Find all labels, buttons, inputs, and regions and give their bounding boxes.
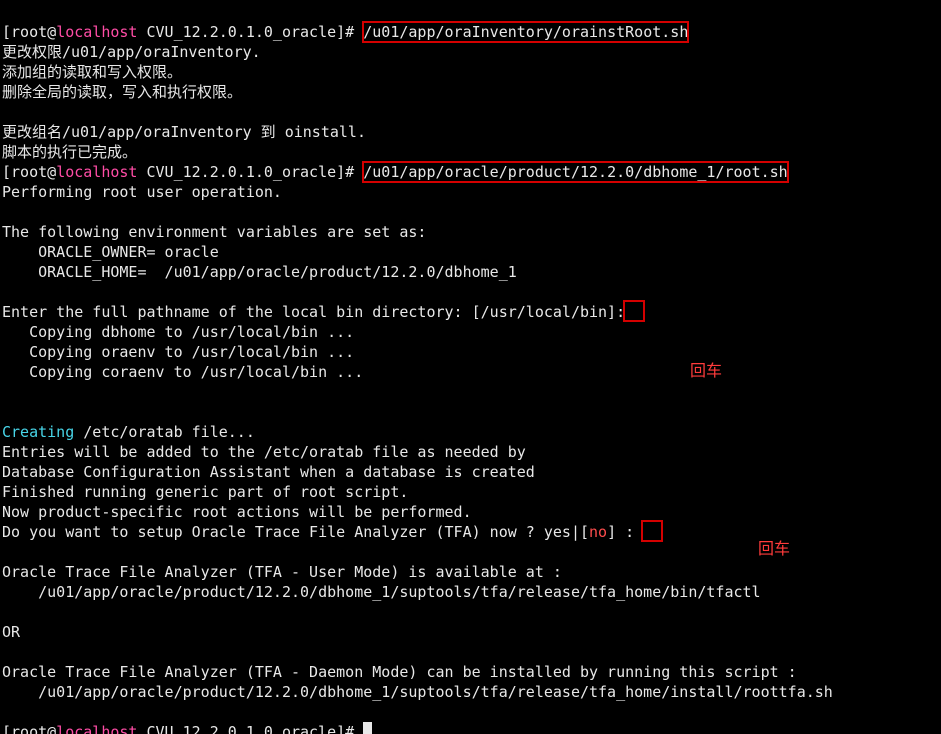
output-line: Copying dbhome to /usr/local/bin ... xyxy=(2,323,354,341)
output-line: Entries will be added to the /etc/oratab… xyxy=(2,443,526,461)
hostname: localhost xyxy=(56,163,137,181)
output-line: ORACLE_OWNER= oracle xyxy=(2,243,219,261)
output-line: Now product-specific root actions will b… xyxy=(2,503,472,521)
output-line: Database Configuration Assistant when a … xyxy=(2,463,535,481)
annotation-enter-2: 回车 xyxy=(758,540,790,560)
output-line: Performing root user operation. xyxy=(2,183,282,201)
output-line: Oracle Trace File Analyzer (TFA - User M… xyxy=(2,563,562,581)
cursor xyxy=(363,722,372,734)
output-line: 添加组的读取和写入权限。 xyxy=(2,63,182,81)
input-prompt-bin-dir: Enter the full pathname of the local bin… xyxy=(2,303,643,321)
input-prompt-tfa: Do you want to setup Oracle Trace File A… xyxy=(2,523,661,541)
output-line: /u01/app/oracle/product/12.2.0/dbhome_1/… xyxy=(2,683,833,701)
output-line: Creating /etc/oratab file... xyxy=(2,423,255,441)
input-box-1[interactable] xyxy=(625,302,643,320)
output-line: Copying coraenv to /usr/local/bin ... xyxy=(2,363,363,381)
prompt-line-1: [root@localhost CVU_12.2.0.1.0_oracle]# … xyxy=(2,23,688,41)
prompt-line-2: [root@localhost CVU_12.2.0.1.0_oracle]# … xyxy=(2,163,788,181)
output-line: 删除全局的读取，写入和执行权限。 xyxy=(2,83,242,101)
annotation-enter-1: 回车 xyxy=(690,362,722,382)
input-box-2[interactable] xyxy=(643,522,661,540)
hostname: localhost xyxy=(56,23,137,41)
default-no: no xyxy=(589,523,607,541)
output-line: The following environment variables are … xyxy=(2,223,426,241)
cmd-rootsh: /u01/app/oracle/product/12.2.0/dbhome_1/… xyxy=(363,162,787,182)
output-line: /u01/app/oracle/product/12.2.0/dbhome_1/… xyxy=(2,583,761,601)
cmd-orainstroot: /u01/app/oraInventory/orainstRoot.sh xyxy=(363,22,688,42)
hostname: localhost xyxy=(56,723,137,734)
output-line: 更改权限/u01/app/oraInventory. xyxy=(2,43,261,61)
creating-keyword: Creating xyxy=(2,423,74,441)
output-line: 更改组名/u01/app/oraInventory 到 oinstall. xyxy=(2,123,366,141)
output-line: Finished running generic part of root sc… xyxy=(2,483,408,501)
prompt-line-3[interactable]: [root@localhost CVU_12.2.0.1.0_oracle]# xyxy=(2,723,372,734)
output-line: ORACLE_HOME= /u01/app/oracle/product/12.… xyxy=(2,263,517,281)
output-line: Oracle Trace File Analyzer (TFA - Daemon… xyxy=(2,663,797,681)
output-line: 脚本的执行已完成。 xyxy=(2,143,137,161)
output-line: OR xyxy=(2,623,20,641)
terminal-output[interactable]: [root@localhost CVU_12.2.0.1.0_oracle]# … xyxy=(0,0,941,734)
output-line: Copying oraenv to /usr/local/bin ... xyxy=(2,343,354,361)
